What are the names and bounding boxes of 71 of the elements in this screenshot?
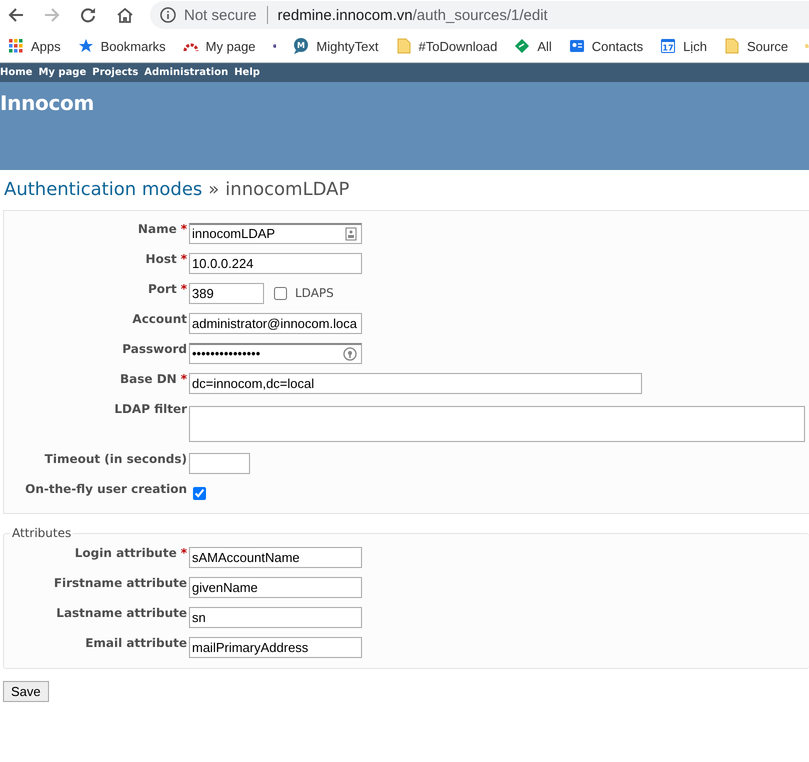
input-field[interactable]: innocomLDAP	[189, 222, 362, 244]
menu-link[interactable]: Projects	[92, 67, 138, 78]
bookmark-item[interactable]: Contacts	[568, 38, 644, 54]
grid-icon	[8, 38, 24, 54]
bookmark-item[interactable]: Apps	[8, 38, 61, 54]
leaf-icon	[514, 38, 530, 54]
field-label: Lastname attribute	[55, 605, 188, 620]
chat-bubble-icon: M	[293, 38, 310, 54]
bookmark-item[interactable]: 17 Lịch	[660, 38, 707, 54]
url-host: redmine.innocom.vn	[278, 6, 413, 24]
bookmark-item[interactable]: #ToDownload	[396, 38, 498, 54]
field-label: Host *	[144, 251, 188, 266]
input-field[interactable]: mailPrimaryAddress	[189, 636, 362, 658]
star-icon	[78, 38, 94, 54]
input-field[interactable]: givenName	[189, 576, 362, 598]
field-label: Password	[121, 341, 188, 356]
info-icon	[160, 7, 176, 23]
input-field[interactable]: dc=innocom,dc=local	[189, 372, 642, 394]
input-field[interactable]: sAMAccountName	[189, 546, 362, 568]
reload-icon[interactable]	[80, 7, 96, 23]
field-label: Name *	[136, 221, 188, 236]
bookmark-item[interactable]: M MightyText	[293, 38, 379, 54]
bookmark-item[interactable]: Source	[724, 38, 788, 54]
checkbox-label: LDAPS	[295, 286, 334, 300]
required-mark: *	[180, 252, 187, 266]
save-button[interactable]: Save	[3, 681, 49, 702]
fieldset-legend: Attributes	[10, 526, 74, 540]
security-label: Not secure	[184, 6, 257, 24]
field-label: Email attribute	[84, 635, 188, 650]
bookmark-item[interactable]: Bookmarks	[78, 38, 166, 54]
text-area[interactable]	[189, 406, 805, 442]
checkbox[interactable]	[274, 286, 287, 300]
input-field[interactable]	[189, 452, 250, 474]
folder-icon	[724, 38, 740, 54]
menu-link[interactable]: Home	[0, 67, 32, 78]
contact-card-icon	[568, 38, 585, 54]
folder-icon	[396, 38, 412, 54]
site-title: Innocom	[0, 90, 95, 115]
field-label: Login attribute *	[74, 545, 188, 560]
contact-card-icon	[345, 226, 357, 240]
address-bar[interactable]: Not secure redmine.innocom.vn/auth_sources/1/edit	[150, 1, 809, 29]
calendar-icon: 17	[660, 38, 676, 54]
field-label: Port *	[147, 281, 188, 296]
field-label: LDAP filter	[113, 401, 188, 416]
required-mark: *	[180, 546, 187, 560]
field-label: On-the-fly user creation	[24, 481, 188, 496]
back-arrow-icon[interactable]	[8, 7, 24, 23]
field-label: Base DN *	[119, 371, 188, 386]
checkbox[interactable]	[193, 486, 206, 500]
input-field[interactable]: sn	[189, 606, 362, 628]
required-mark: *	[180, 282, 187, 296]
url-path: /auth_sources/1/edit	[412, 6, 548, 24]
menu-link[interactable]: My page	[38, 67, 86, 78]
breadcrumb-separator: »	[208, 179, 220, 200]
breadcrumb-link[interactable]: Authentication modes	[4, 179, 202, 200]
required-mark: *	[180, 372, 187, 386]
input-field[interactable]: 389	[189, 282, 264, 304]
menu-link[interactable]: Help	[234, 67, 260, 78]
field-label: Account	[131, 311, 188, 326]
menu-link[interactable]: Administration	[144, 67, 228, 78]
page-title: innocomLDAP	[225, 179, 350, 200]
bookmark-item[interactable]: All	[514, 38, 552, 54]
password-field[interactable]: •••••••••••••••	[189, 342, 362, 364]
field-label: Timeout (in seconds)	[44, 451, 188, 466]
bookmark-item[interactable]: My page	[182, 38, 256, 54]
home-icon[interactable]	[116, 7, 134, 23]
input-field[interactable]: 10.0.0.224	[189, 252, 362, 274]
key-icon	[343, 346, 357, 360]
field-label: Firstname attribute	[52, 575, 188, 590]
required-mark: *	[180, 222, 187, 236]
input-field[interactable]: administrator@innocom.loca	[189, 312, 362, 334]
